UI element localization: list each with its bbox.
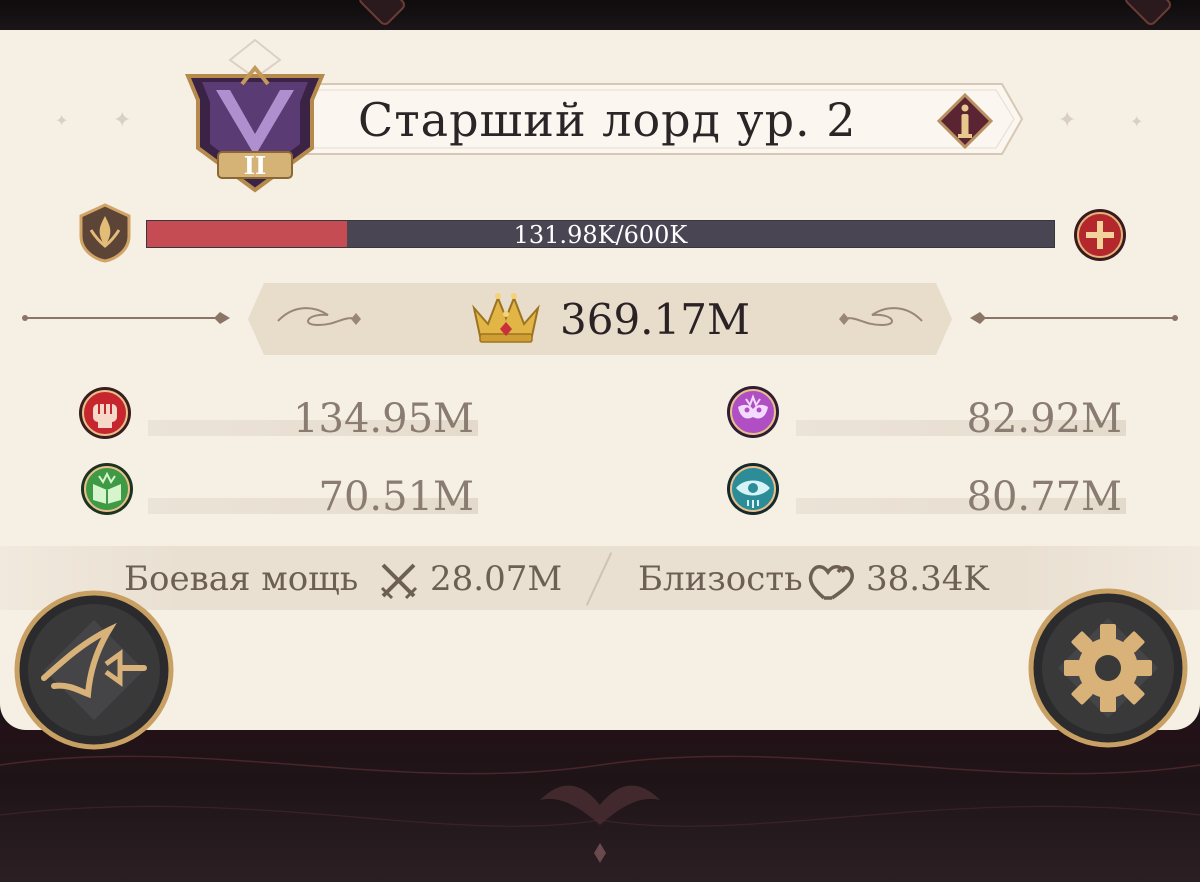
stat-value: 70.51M <box>318 474 474 520</box>
sparkle-decor: ✦ <box>1130 112 1144 131</box>
fist-icon <box>79 387 131 439</box>
sparkle-decor: ✦ <box>55 111 69 130</box>
settings-button[interactable] <box>1028 588 1188 748</box>
add-exp-button[interactable] <box>1072 207 1128 263</box>
level-shield-icon <box>79 203 131 263</box>
level-progress-text: 131.98K/600K <box>513 221 688 249</box>
mask-icon <box>727 386 779 438</box>
intimacy-label: Близость <box>638 559 803 599</box>
crossed-swords-icon <box>380 563 418 600</box>
top-ornament-left <box>356 0 408 28</box>
top-ornament-right <box>1122 0 1174 28</box>
book-icon <box>81 463 133 515</box>
eye-icon <box>727 463 779 515</box>
total-power-value: 369.17M <box>560 295 750 344</box>
rank-emblem-icon: II <box>185 38 325 193</box>
top-strip <box>0 0 1200 30</box>
rank-title: Старший лорд ур. 2 <box>358 93 857 147</box>
stat-value: 82.92M <box>966 396 1122 442</box>
sparkle-decor: ✦ <box>1058 108 1077 133</box>
return-button[interactable] <box>14 590 174 750</box>
rank-numeral: II <box>244 151 266 180</box>
intimacy-value: 38.34K <box>866 559 989 599</box>
bottom-decor <box>0 725 1200 882</box>
hearts-icon <box>808 565 854 600</box>
stat-value: 80.77M <box>966 474 1122 520</box>
info-button[interactable] <box>937 93 993 149</box>
level-progress-bar: 131.98K/600K <box>146 220 1055 249</box>
sparkle-decor: ✦ <box>113 108 132 133</box>
stat-value: 134.95M <box>293 396 474 442</box>
combat-power-value: 28.07M <box>430 559 563 599</box>
bottom-ornament <box>0 755 1200 863</box>
crown-icon <box>472 293 540 343</box>
